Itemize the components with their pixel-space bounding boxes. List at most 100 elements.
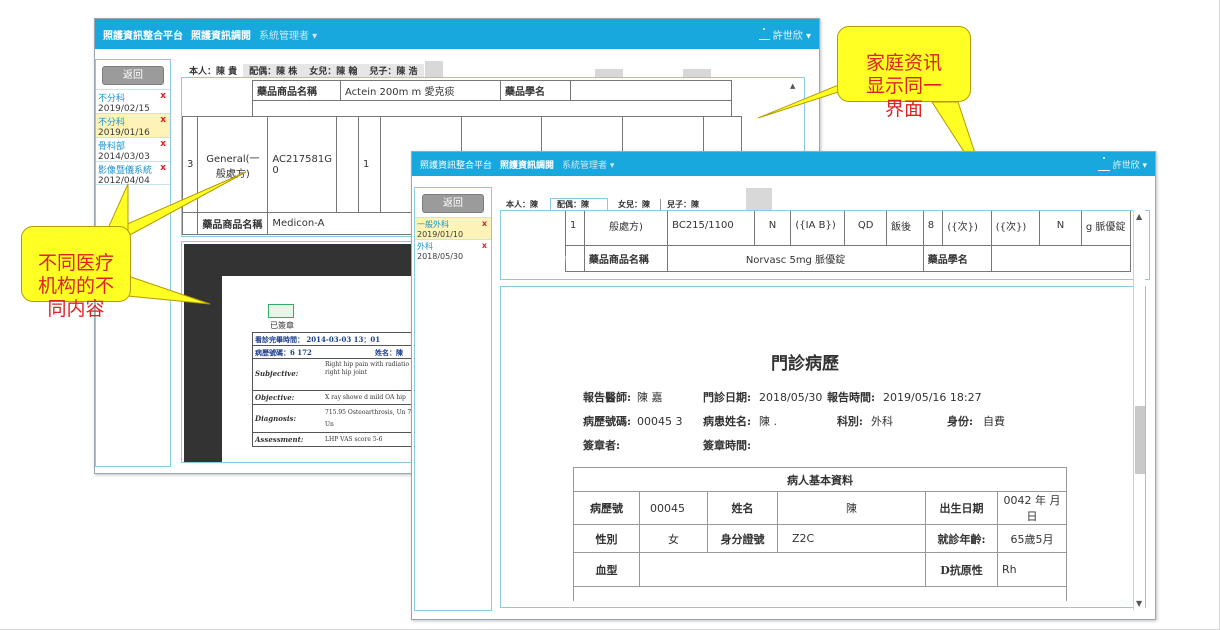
- basic-rh-value: Rh: [997, 552, 1067, 587]
- dept-value: 外科: [871, 415, 893, 428]
- scroll-down-icon[interactable]: ▼: [1136, 599, 1142, 608]
- back-button[interactable]: 返回: [102, 66, 164, 85]
- top-c12: g 脈優錠: [1080, 211, 1132, 246]
- visit-item[interactable]: 影像暨儀系統 2012/04/04 x: [96, 161, 170, 186]
- basic-chart-no-value: 00045: [639, 491, 708, 525]
- remove-visit-icon[interactable]: x: [482, 241, 487, 250]
- basic-sex-value: 女: [639, 524, 708, 553]
- basic-age-value: 65歲5月: [997, 524, 1067, 553]
- assessment-label: Assessment:: [255, 435, 304, 444]
- identity-label: 身份:: [947, 415, 974, 428]
- institution-callout-text: 不同医疗 机构的不 同内容: [37, 252, 114, 320]
- tab-self[interactable]: 本人：陳: [500, 199, 544, 210]
- app-title[interactable]: 照護資訊整合平台: [103, 27, 183, 42]
- back-topbar: 照護資訊整合平台 照護資訊調閱 系統管理者 ▾ 許世欣 ▾: [95, 19, 819, 49]
- remove-visit-icon[interactable]: x: [160, 115, 166, 125]
- chart-no-label: 病歷號碼:: [583, 415, 632, 428]
- family-info-callout: 家庭资讯 显示同一 界面: [837, 26, 971, 120]
- report-name: 姓名：陳: [375, 348, 403, 357]
- redaction-block: [746, 188, 772, 210]
- visit-dept: 一般外科: [417, 220, 449, 229]
- signed-stamp-label: 已簽章: [270, 321, 294, 330]
- top-c11: N: [1039, 211, 1082, 246]
- drug-name-value: Actein 200m m 愛克痰: [340, 80, 501, 101]
- objective-label: Objective:: [255, 393, 295, 402]
- signed-stamp-icon: [268, 304, 294, 318]
- back-button[interactable]: 返回: [422, 194, 484, 213]
- record-meta: 報告醫師: 陳 嘉 門診日期: 2018/05/30 報告時間: 2019/05…: [583, 385, 1103, 457]
- top-c9: ({次}): [942, 211, 992, 246]
- app-title[interactable]: 照護資訊整合平台: [420, 158, 492, 171]
- front-prescription-table: 1 般處方) BC215/1100 N ({IA B}) QD 飯後 8 ({次…: [565, 211, 1132, 272]
- top-c4: N: [753, 211, 792, 246]
- generic-label: 藥品學名: [500, 80, 571, 101]
- basic-birth-value: 0042 年 月 日: [997, 491, 1067, 525]
- basic-id-label: 身分證號: [707, 524, 778, 553]
- patient-basic-table: 病人基本資料 病歷號 00045 姓名 陳 出生日期 0042 年 月 日 性別…: [573, 467, 1067, 601]
- visit-item[interactable]: 不分科 2019/02/15 x: [96, 89, 170, 114]
- sign-time-label: 簽章時間:: [703, 439, 752, 452]
- visit-item[interactable]: 一般外科 2019/01/10 x: [415, 217, 491, 239]
- report-time-label: 報告時間:: [827, 391, 876, 404]
- diagnosis-label: Diagnosis:: [255, 414, 297, 423]
- visit-dept: 不分科: [98, 94, 126, 104]
- user-icon: [1097, 157, 1110, 171]
- remove-visit-icon[interactable]: x: [160, 163, 166, 173]
- record-title: 門診病歷: [771, 354, 839, 374]
- front-family-tabs: 本人：陳 配偶：陳 女兒：陳 兒子：陳: [500, 192, 705, 210]
- tab-daughter[interactable]: 女兒：陳 翰: [303, 64, 364, 77]
- visit-dept: 影像暨儀系統: [98, 166, 153, 176]
- visit-date-label: 門診日期:: [703, 391, 752, 404]
- report-chart-no: 病歷號碼：6 172: [255, 348, 312, 357]
- remove-visit-icon[interactable]: x: [160, 139, 166, 149]
- scroll-up-icon[interactable]: ▲: [1136, 212, 1142, 221]
- basic-blood-label: 血型: [573, 552, 640, 587]
- front-window: 照護資訊整合平台 照護資訊調閱 系統管理者 ▾ 許世欣 ▾ 返回 一般外科 20…: [411, 151, 1156, 620]
- doctor-label: 報告醫師:: [583, 391, 632, 404]
- basic-chart-no-label: 病歷號: [573, 491, 640, 525]
- scroll-up-icon[interactable]: ▲: [790, 82, 798, 90]
- institution-callout: 不同医疗 机构的不 同内容: [21, 226, 131, 320]
- tab-son[interactable]: 兒子：陳 浩: [363, 64, 424, 77]
- visit-item[interactable]: 外科 2018/05/30 x: [415, 239, 491, 261]
- tab-spouse[interactable]: 配偶：陳: [550, 198, 608, 210]
- back-prescription-table: 藥品商品名稱 Actein 200m m 愛克痰 藥品學名: [252, 80, 732, 117]
- remove-visit-icon[interactable]: x: [482, 219, 487, 228]
- basic-birth-label: 出生日期: [925, 491, 998, 525]
- back-family-tabs: 本人：陳 貴 配偶：陳 株 女兒：陳 翰 兒子：陳 浩: [183, 59, 424, 77]
- dept-label: 科別:: [836, 415, 863, 428]
- scroll-thumb[interactable]: [1135, 406, 1145, 474]
- drug-name-label: 藥品商品名稱: [583, 245, 669, 272]
- chart-no-value: 00045 3: [637, 414, 683, 428]
- basic-name-value: 陳: [777, 491, 926, 525]
- row-qty: 1: [357, 116, 381, 213]
- visit-item[interactable]: 骨科部 2014/03/03 x: [96, 137, 170, 162]
- tab-son[interactable]: 兒子：陳: [660, 199, 705, 210]
- menu-care-info[interactable]: 照護資訊調閱: [500, 158, 554, 171]
- tab-spouse[interactable]: 配偶：陳 株: [243, 64, 304, 77]
- tab-daughter[interactable]: 女兒：陳: [612, 199, 656, 210]
- tab-self[interactable]: 本人：陳 貴: [183, 64, 243, 77]
- visit-dept: 外科: [417, 242, 433, 251]
- menu-care-info[interactable]: 照護資訊調閱: [191, 27, 251, 42]
- identity-value: 自費: [983, 415, 1005, 428]
- basic-title: 病人基本資料: [573, 467, 1067, 492]
- role-dropdown[interactable]: 系統管理者 ▾: [259, 27, 317, 42]
- row-number: 3: [182, 116, 199, 213]
- front-scrollbar[interactable]: ▲ ▼: [1133, 210, 1145, 610]
- role-dropdown[interactable]: 系統管理者 ▾: [562, 158, 614, 171]
- top-c1: 1: [565, 211, 585, 246]
- drug-name-value: Norvasc 5mg 脈優錠: [667, 245, 924, 272]
- remove-visit-icon[interactable]: x: [160, 91, 166, 101]
- basic-id-value: Z2C: [777, 524, 926, 553]
- user-icon: [758, 28, 770, 40]
- visit-dept: 不分科: [98, 118, 126, 128]
- visit-item[interactable]: 不分科 2019/01/16 x: [96, 113, 170, 138]
- basic-name-label: 姓名: [707, 491, 778, 525]
- visit-date: 2018/05/30: [417, 252, 464, 261]
- user-menu[interactable]: 許世欣 ▾: [758, 27, 811, 42]
- user-menu[interactable]: 許世欣 ▾: [1097, 157, 1147, 171]
- front-record-frame: 門診病歷 報告醫師: 陳 嘉 門診日期: 2018/05/30 報告時間: 20…: [500, 286, 1146, 608]
- report-time-value: 2019/05/16 18:27: [883, 390, 982, 404]
- generic-label: 藥品學名: [922, 245, 992, 272]
